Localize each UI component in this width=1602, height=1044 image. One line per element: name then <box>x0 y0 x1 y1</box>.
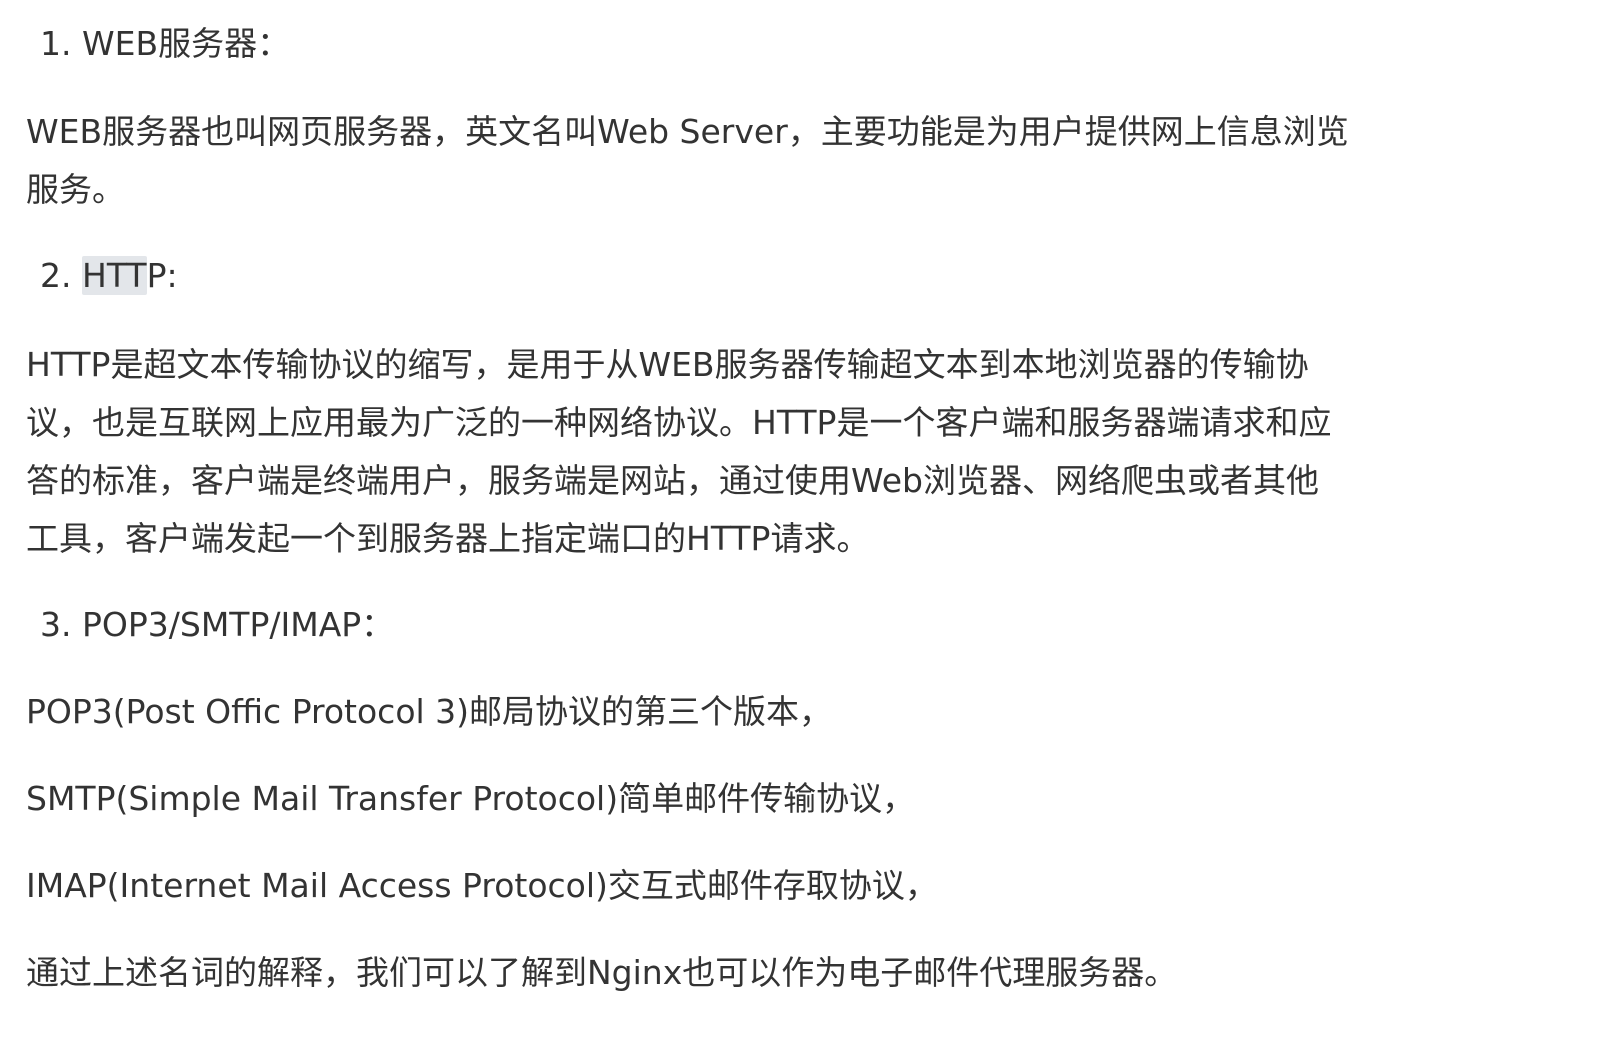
paragraph-line: IMAP(Internet Mail Access Protocol)交互式邮件… <box>26 866 938 905</box>
imap-paragraph: IMAP(Internet Mail Access Protocol)交互式邮件… <box>26 857 1496 915</box>
paragraph-line: WEB服务器也叫网页服务器，英文名叫Web Server，主要功能是为用户提供网… <box>26 112 1349 151</box>
section-2-number: 2. <box>40 256 72 295</box>
paragraph-line: POP3(Post Offic Protocol 3)邮局协议的第三个版本， <box>26 692 833 731</box>
section-2-title: P: <box>146 256 178 295</box>
section-1-number: 1. <box>40 24 72 63</box>
section-1-paragraph: WEB服务器也叫网页服务器，英文名叫Web Server，主要功能是为用户提供网… <box>26 103 1496 219</box>
section-1-heading: 1. WEB服务器： <box>40 24 290 64</box>
conclusion-paragraph: 通过上述名词的解释，我们可以了解到Nginx也可以作为电子邮件代理服务器。 <box>26 944 1496 1002</box>
section-3-number: 3. <box>40 605 72 644</box>
paragraph-line: 工具，客户端发起一个到服务器上指定端口的HTTP请求。 <box>26 519 870 558</box>
paragraph-line: 通过上述名词的解释，我们可以了解到Nginx也可以作为电子邮件代理服务器。 <box>26 953 1178 992</box>
section-2-heading: 2. HTTP: <box>40 256 178 296</box>
smtp-paragraph: SMTP(Simple Mail Transfer Protocol)简单邮件传… <box>26 770 1496 828</box>
paragraph-line: SMTP(Simple Mail Transfer Protocol)简单邮件传… <box>26 779 916 818</box>
paragraph-line: 议，也是互联网上应用最为广泛的一种网络协议。HTTP是一个客户端和服务器端请求和… <box>26 403 1332 442</box>
paragraph-line: 服务。 <box>26 170 125 209</box>
paragraph-line: HTTP是超文本传输协议的缩写，是用于从WEB服务器传输超文本到本地浏览器的传输… <box>26 345 1309 384</box>
section-3-title: POP3/SMTP/IMAP： <box>82 605 395 644</box>
section-2-paragraph: HTTP是超文本传输协议的缩写，是用于从WEB服务器传输超文本到本地浏览器的传输… <box>26 336 1496 568</box>
section-1-title: WEB服务器： <box>82 24 291 63</box>
section-3-heading: 3. POP3/SMTP/IMAP： <box>40 605 394 645</box>
paragraph-line: 答的标准，客户端是终端用户，服务端是网站，通过使用Web浏览器、网络爬虫或者其他 <box>26 461 1319 500</box>
text-selection-highlight: HTT <box>82 256 147 295</box>
pop3-paragraph: POP3(Post Offic Protocol 3)邮局协议的第三个版本， <box>26 683 1496 741</box>
